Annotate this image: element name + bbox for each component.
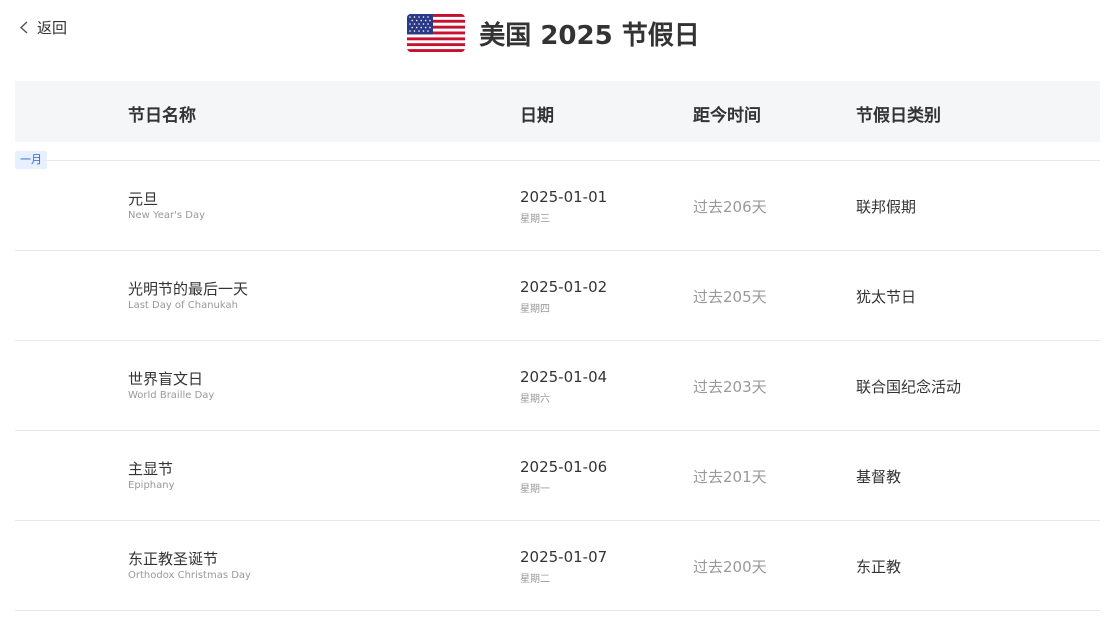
holiday-category: 东正教 (856, 558, 902, 576)
holiday-name-en: Epiphany (128, 480, 175, 491)
holiday-date: 2025-01-04 (520, 368, 608, 386)
holiday-name-en: Orthodox Christmas Day (128, 570, 251, 581)
holiday-weekday: 星期四 (520, 304, 550, 315)
table-row[interactable]: 元旦 New Year's Day 2025-01-01 星期三 过去206天 … (15, 161, 1100, 251)
table-row[interactable]: 光明节的最后一天 Last Day of Chanukah 2025-01-02… (15, 251, 1100, 341)
page-header: 美国 2025 节假日 (0, 14, 1107, 52)
holiday-name-en: Last Day of Chanukah (128, 300, 238, 311)
table-header: 节日名称 日期 距今时间 节假日类别 (15, 81, 1100, 142)
holiday-weekday: 星期六 (520, 394, 550, 405)
holiday-since: 过去200天 (693, 558, 767, 576)
page-title: 美国 2025 节假日 (479, 20, 700, 51)
holiday-since: 过去203天 (693, 378, 767, 396)
holiday-name: 主显节 (128, 460, 174, 478)
holiday-category: 联合国纪念活动 (856, 378, 962, 396)
holiday-name: 元旦 (128, 190, 159, 208)
column-header-date: 日期 (520, 106, 554, 126)
holiday-name: 东正教圣诞节 (128, 550, 219, 568)
holiday-name-en: World Braille Day (128, 390, 215, 401)
holiday-since: 过去201天 (693, 468, 767, 486)
page: 返回 美国 2025 节假日 节日名称 日期 距今时间 节假日类别 一月 元旦 … (0, 0, 1107, 642)
holiday-name: 光明节的最后一天 (128, 280, 249, 298)
holiday-weekday: 星期一 (520, 484, 550, 495)
holiday-since: 过去206天 (693, 198, 767, 216)
holiday-name-en: New Year's Day (128, 210, 206, 221)
holiday-date: 2025-01-06 (520, 458, 608, 476)
holiday-weekday: 星期三 (520, 214, 550, 225)
holiday-since: 过去205天 (693, 288, 767, 306)
holiday-category: 联邦假期 (856, 198, 917, 216)
column-header-since: 距今时间 (693, 106, 761, 126)
table-row[interactable]: 世界盲文日 World Braille Day 2025-01-04 星期六 过… (15, 341, 1100, 431)
column-header-name: 节日名称 (128, 106, 196, 126)
us-flag-icon (407, 14, 466, 52)
holiday-category: 基督教 (856, 468, 902, 486)
holiday-category: 犹太节日 (856, 288, 917, 306)
holiday-date: 2025-01-01 (520, 188, 608, 206)
holiday-name: 世界盲文日 (128, 370, 204, 388)
holiday-date: 2025-01-07 (520, 548, 608, 566)
holiday-weekday: 星期二 (520, 574, 550, 585)
column-header-category: 节假日类别 (856, 106, 941, 126)
table-row[interactable]: 东正教圣诞节 Orthodox Christmas Day 2025-01-07… (15, 521, 1100, 611)
table-row[interactable]: 主显节 Epiphany 2025-01-06 星期一 过去201天 基督教 (15, 431, 1100, 521)
holiday-date: 2025-01-02 (520, 278, 608, 296)
